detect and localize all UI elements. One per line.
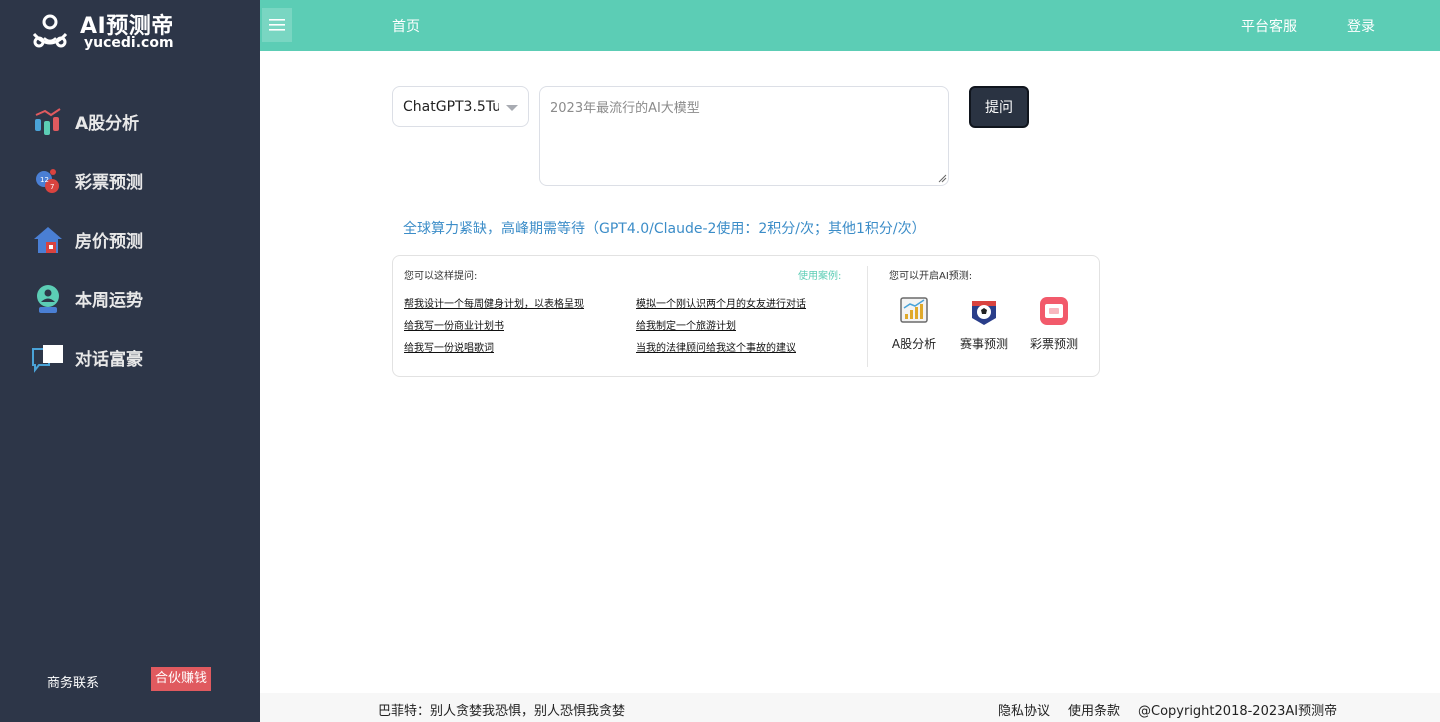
capacity-notice: 全球算力紧缺，高峰期需等待（GPT4.0/Claude-2使用：2积分/次；其他… <box>403 221 926 237</box>
sidebar-item-chat-rich[interactable]: 对话富豪 <box>0 328 260 387</box>
brand-domain: yucedi.com <box>84 35 174 51</box>
copyright-text: @Copyright2018-2023AI预测帝 <box>1138 704 1338 719</box>
soccer-ball-icon <box>972 301 996 325</box>
suggestion-item[interactable]: 给我写一份说唱歌词 <box>404 339 494 354</box>
ai-tools-heading: 您可以开启AI预测: <box>889 271 973 282</box>
privacy-policy-link[interactable]: 隐私协议 <box>998 700 1050 719</box>
suggestion-item[interactable]: 当我的法律顾问给我这个事故的建议 <box>636 339 796 354</box>
business-contact-link[interactable]: 商务联系 <box>47 672 99 691</box>
footer-quote: 巴菲特：别人贪婪我恐惧，别人恐惧我贪婪 <box>378 704 626 719</box>
chat-bubbles-icon <box>30 340 66 376</box>
suggestion-item[interactable]: 帮我设计一个每周健身计划，以表格呈现 <box>404 295 584 310</box>
lottery-ticket-icon <box>1040 297 1068 325</box>
svg-text:7: 7 <box>50 183 54 191</box>
tool-label: 赛事预测 <box>959 337 1008 351</box>
stock-chart-icon <box>30 104 66 140</box>
crystal-ball-icon <box>30 281 66 317</box>
ask-button[interactable]: 提问 <box>969 86 1029 128</box>
brand-logo[interactable]: AI预测帝 yucedi.com <box>28 8 228 52</box>
hamburger-menu-icon <box>269 19 285 31</box>
question-input[interactable] <box>539 86 949 186</box>
resize-handle-icon[interactable] <box>938 174 947 183</box>
top-bar: 首页 平台客服 登录 <box>260 0 1440 51</box>
sidebar-item-label: 对话富豪 <box>75 350 143 370</box>
login-link[interactable]: 登录 <box>1347 16 1375 36</box>
suggestion-card: 您可以这样提问: 使用案例: 帮我设计一个每周健身计划，以表格呈现 模拟一个刚认… <box>392 255 1100 377</box>
nav-home-link[interactable]: 首页 <box>392 16 420 36</box>
sidebar-nav: A股分析 12 7 彩票预测 房价预测 本周运势 对话富豪 <box>0 92 260 387</box>
tool-label: 彩票预测 <box>1029 337 1078 351</box>
suggestion-item[interactable]: 给我制定一个旅游计划 <box>636 317 736 332</box>
house-icon <box>30 222 66 258</box>
card-divider <box>867 266 868 367</box>
usage-examples-link[interactable]: 使用案例: <box>798 267 841 282</box>
lottery-balls-icon: 12 7 <box>30 163 66 199</box>
tool-lottery-prediction[interactable]: 彩票预测 <box>1024 296 1084 352</box>
svg-text:12: 12 <box>40 176 49 184</box>
sidebar-footer: 商务联系 合伙赚钱 <box>0 667 260 693</box>
sidebar: AI预测帝 yucedi.com A股分析 12 7 彩票预测 房价预测 本周运… <box>0 0 260 722</box>
terms-of-use-link[interactable]: 使用条款 <box>1068 700 1120 719</box>
tool-label: A股分析 <box>891 337 937 351</box>
fortune-teller-logo <box>32 14 68 48</box>
sidebar-item-label: 彩票预测 <box>75 173 143 193</box>
sidebar-item-weekly-fortune[interactable]: 本周运势 <box>0 269 260 328</box>
model-select[interactable]: ChatGPT3.5Turbo <box>392 86 529 127</box>
sidebar-item-label: A股分析 <box>75 114 140 134</box>
suggestion-item[interactable]: 模拟一个刚认识两个月的女友进行对话 <box>636 295 806 310</box>
partner-earn-button[interactable]: 合伙赚钱 <box>151 667 212 691</box>
customer-service-link[interactable]: 平台客服 <box>1241 16 1297 36</box>
suggestion-item[interactable]: 给我写一份商业计划书 <box>404 317 504 332</box>
tool-stock-analysis[interactable]: A股分析 <box>884 296 944 352</box>
sidebar-item-stock-analysis[interactable]: A股分析 <box>0 92 260 151</box>
sidebar-item-label: 房价预测 <box>75 232 143 252</box>
tool-match-prediction[interactable]: 赛事预测 <box>954 296 1014 352</box>
menu-toggle-button[interactable] <box>262 8 292 42</box>
sidebar-item-house-price[interactable]: 房价预测 <box>0 210 260 269</box>
sidebar-item-label: 本周运势 <box>75 291 143 311</box>
chevron-down-icon <box>506 105 518 111</box>
model-select-value: ChatGPT3.5Turbo <box>403 99 499 115</box>
suggestion-heading: 您可以这样提问: <box>404 271 478 282</box>
stock-board-icon <box>900 297 928 323</box>
page-footer: 巴菲特：别人贪婪我恐惧，别人恐惧我贪婪 隐私协议 使用条款 @Copyright… <box>260 693 1440 722</box>
sidebar-item-lottery[interactable]: 12 7 彩票预测 <box>0 151 260 210</box>
